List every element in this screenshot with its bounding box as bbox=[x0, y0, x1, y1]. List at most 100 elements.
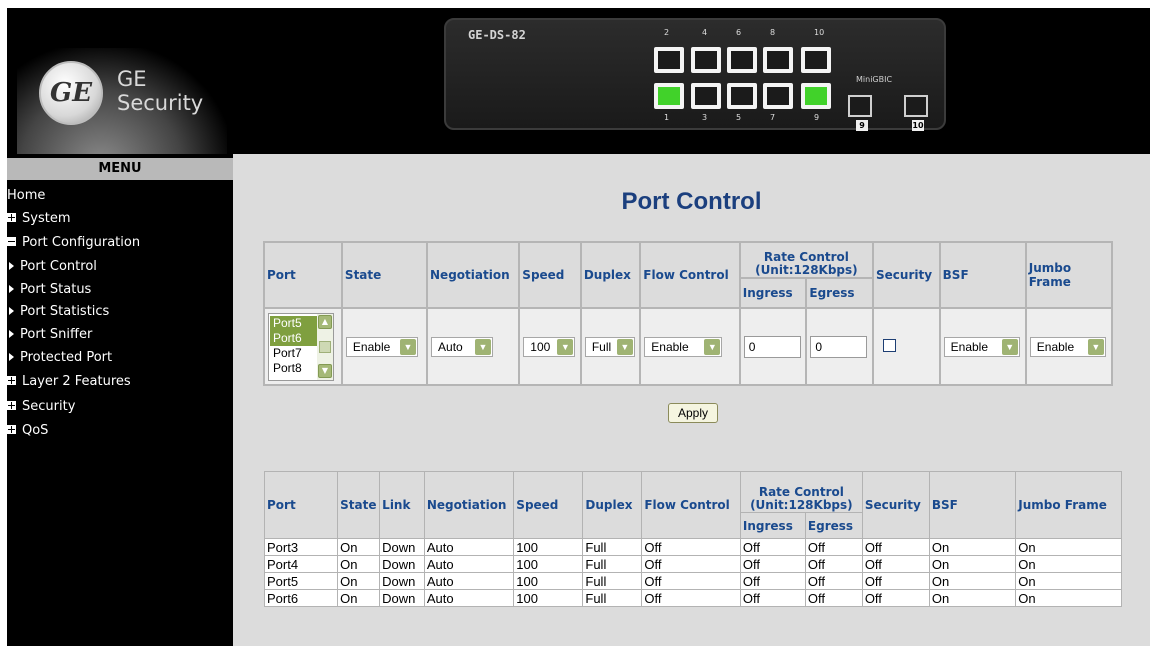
cell-link: Down bbox=[379, 589, 425, 607]
rate-control-header: Rate Control (Unit:128Kbps) bbox=[739, 471, 863, 513]
cell-link: Down bbox=[379, 555, 425, 573]
chevron-down-icon[interactable]: ▼ bbox=[475, 338, 492, 355]
bsf-select-value: Enable bbox=[950, 339, 989, 354]
cell-egress: Off bbox=[804, 538, 863, 556]
rj45-port-2 bbox=[654, 47, 684, 73]
triangle-right-icon bbox=[9, 330, 14, 338]
cell-link: Down bbox=[379, 572, 425, 590]
sidebar-item-protected-port[interactable]: Protected Port bbox=[9, 350, 112, 365]
port-number-label: 6 bbox=[736, 28, 742, 37]
sidebar-item-system[interactable]: System bbox=[7, 211, 70, 226]
egress-cell: 0 bbox=[805, 307, 875, 386]
column-header: BSF bbox=[938, 241, 1027, 309]
plus-square-icon bbox=[7, 425, 16, 434]
flow-control-select-value: Enable bbox=[651, 339, 689, 354]
table-row: Port5 On Down Auto 100 Full Off Off Off … bbox=[263, 572, 1122, 590]
column-header: Speed bbox=[513, 471, 584, 539]
column-header: Duplex bbox=[582, 471, 643, 539]
port-option[interactable]: Port5 bbox=[270, 315, 318, 331]
sidebar-item-label: Layer 2 Features bbox=[22, 374, 131, 389]
chevron-up-icon[interactable]: ▲ bbox=[318, 314, 332, 329]
ge-logo: GE bbox=[39, 61, 103, 125]
sidebar-item-layer-2-features[interactable]: Layer 2 Features bbox=[7, 374, 131, 389]
sfp-number-label: 9 bbox=[856, 120, 868, 131]
ingress-input[interactable]: 0 bbox=[743, 335, 801, 358]
chevron-down-icon[interactable]: ▼ bbox=[318, 363, 332, 378]
sidebar-item-home[interactable]: Home bbox=[7, 188, 45, 203]
column-header: Jumbo Frame bbox=[1015, 471, 1122, 539]
sidebar-item-label: Protected Port bbox=[20, 350, 113, 365]
chevron-down-icon[interactable]: ▼ bbox=[1087, 338, 1104, 355]
port-option[interactable]: Port8 bbox=[270, 361, 318, 376]
sidebar-item-label: Port Configuration bbox=[22, 235, 141, 250]
security-checkbox[interactable] bbox=[883, 338, 897, 352]
cell-port: Port6 bbox=[263, 589, 339, 607]
rj45-port-1 bbox=[654, 83, 684, 109]
speed-select[interactable]: 100 ▼ bbox=[523, 336, 576, 357]
chevron-down-icon[interactable]: ▼ bbox=[557, 338, 574, 355]
sidebar-item-qos[interactable]: QoS bbox=[7, 423, 48, 438]
port-cell: Port5 Port6 Port7 Port8 ▲ ▼ bbox=[263, 307, 343, 386]
egress-input[interactable]: 0 bbox=[810, 335, 868, 358]
security-cell bbox=[872, 307, 941, 386]
cell-duplex: Full bbox=[582, 572, 643, 590]
sidebar-item-port-statistics[interactable]: Port Statistics bbox=[9, 304, 109, 319]
plus-square-icon bbox=[7, 213, 16, 222]
bsf-cell: Enable ▼ bbox=[938, 307, 1027, 386]
chevron-down-icon[interactable]: ▼ bbox=[399, 338, 416, 355]
triangle-right-icon bbox=[9, 307, 14, 315]
cell-security: Off bbox=[861, 555, 930, 573]
state-select-value: Enable bbox=[352, 339, 391, 354]
sidebar-item-label: Port Control bbox=[20, 259, 97, 274]
port-control-table: Port State Negotiation Speed Duplex Flow… bbox=[263, 241, 1114, 386]
sidebar-item-port-sniffer[interactable]: Port Sniffer bbox=[9, 327, 92, 342]
cell-security: Off bbox=[861, 538, 930, 556]
port-listbox[interactable]: Port5 Port6 Port7 Port8 ▲ ▼ bbox=[268, 312, 334, 381]
plus-square-icon bbox=[7, 401, 16, 410]
negotiation-select[interactable]: Auto ▼ bbox=[431, 336, 494, 357]
column-header: Duplex bbox=[579, 241, 642, 309]
column-header: State bbox=[337, 471, 381, 539]
rj45-port-8 bbox=[763, 47, 793, 73]
cell-port: Port5 bbox=[263, 572, 339, 590]
port-number-label: 3 bbox=[702, 113, 708, 122]
negotiation-select-value: Auto bbox=[438, 339, 463, 354]
bsf-select[interactable]: Enable ▼ bbox=[943, 336, 1020, 357]
cell-duplex: Full bbox=[582, 555, 643, 573]
plus-square-icon bbox=[7, 376, 16, 385]
scrollbar-thumb[interactable] bbox=[319, 340, 331, 353]
table-row: Port6 On Down Auto 100 Full Off Off Off … bbox=[263, 589, 1122, 607]
brand-line-2: Security bbox=[117, 91, 204, 115]
apply-button[interactable]: Apply bbox=[668, 403, 718, 423]
cell-duplex: Full bbox=[582, 589, 643, 607]
port-number-label: 1 bbox=[664, 113, 670, 122]
flow-control-select[interactable]: Enable ▼ bbox=[644, 336, 723, 357]
sidebar-item-port-configuration[interactable]: Port Configuration bbox=[7, 235, 140, 250]
cell-speed: 100 bbox=[513, 555, 584, 573]
listbox-scrollbar[interactable]: ▲ ▼ bbox=[317, 313, 333, 380]
sidebar-item-security[interactable]: Security bbox=[7, 399, 75, 414]
cell-negotiation: Auto bbox=[423, 572, 515, 590]
sfp-number-label: 10 bbox=[912, 120, 924, 131]
sidebar-item-port-status[interactable]: Port Status bbox=[9, 282, 91, 297]
duplex-select[interactable]: Full ▼ bbox=[584, 336, 635, 357]
column-header: Security bbox=[861, 471, 930, 539]
cell-port: Port3 bbox=[263, 538, 339, 556]
chevron-down-icon[interactable]: ▼ bbox=[616, 338, 633, 355]
state-select[interactable]: Enable ▼ bbox=[345, 336, 418, 357]
port-number-label: 7 bbox=[770, 113, 776, 122]
rj45-port-6 bbox=[727, 47, 757, 73]
cell-jumbo-frame: On bbox=[1015, 555, 1122, 573]
port-option[interactable]: Port6 bbox=[270, 330, 318, 346]
state-cell: Enable ▼ bbox=[340, 307, 429, 386]
port-number-label: 8 bbox=[770, 28, 776, 37]
column-header: Port bbox=[263, 241, 343, 309]
switch-front-panel: GE-DS-82 2 4 6 8 10 1 3 5 7 9 MiniGBIC 9… bbox=[444, 18, 946, 131]
sidebar-item-port-control[interactable]: Port Control bbox=[9, 259, 97, 274]
chevron-down-icon[interactable]: ▼ bbox=[1001, 338, 1018, 355]
port-option[interactable]: Port7 bbox=[270, 346, 318, 361]
chevron-down-icon[interactable]: ▼ bbox=[704, 338, 721, 355]
jumbo-frame-select[interactable]: Enable ▼ bbox=[1029, 336, 1106, 357]
brand-line-1: GE bbox=[117, 67, 147, 91]
column-header: Flow Control bbox=[641, 471, 741, 539]
